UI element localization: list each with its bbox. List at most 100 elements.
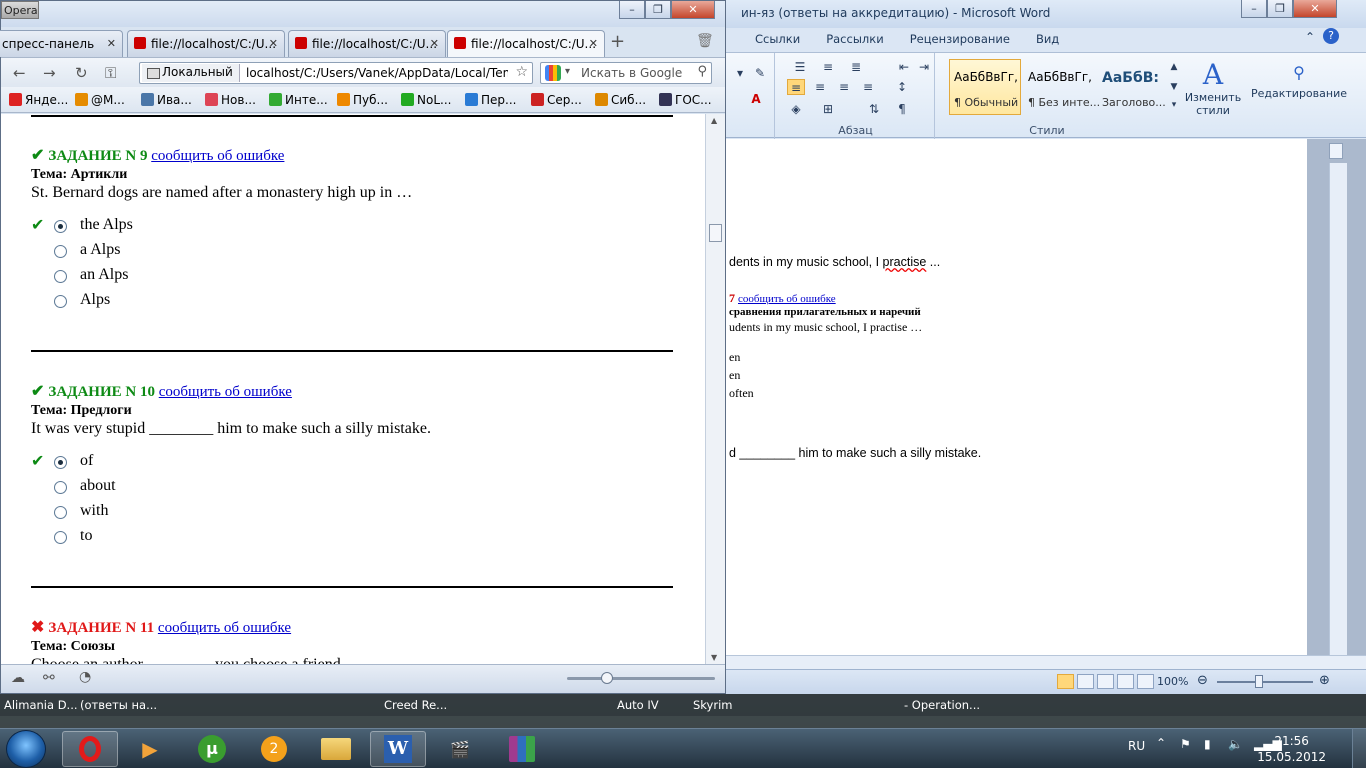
- radio-button[interactable]: [54, 506, 67, 519]
- reload-icon[interactable]: ↻: [75, 64, 88, 82]
- page-vertical-scrollbar[interactable]: ▲ ▼: [705, 114, 725, 664]
- taskbar-aimp[interactable]: 2: [246, 731, 302, 767]
- ruler-toggle-icon[interactable]: [1329, 143, 1343, 159]
- google-icon[interactable]: [545, 65, 561, 81]
- tab-mailings[interactable]: Рассылки: [813, 30, 896, 50]
- close-tab-icon[interactable]: ✕: [107, 37, 116, 50]
- minimized-window[interactable]: - Operation...: [904, 698, 980, 712]
- sort-icon[interactable]: ⇅: [865, 101, 883, 117]
- page-zoom-thumb[interactable]: [601, 672, 613, 684]
- bookmark-item[interactable]: Пуб...: [337, 93, 388, 107]
- bookmark-item[interactable]: ГОС...: [659, 93, 712, 107]
- zoom-level[interactable]: 100%: [1157, 675, 1188, 688]
- search-field[interactable]: ▾ Искать в Google ⚲: [540, 62, 712, 84]
- tab-speed-dial[interactable]: спресс-панель ✕: [0, 30, 123, 57]
- style-heading[interactable]: АаБбВ: Заголово...: [1097, 59, 1169, 115]
- change-styles-button[interactable]: A Изменить стили: [1183, 59, 1243, 118]
- minimized-window[interactable]: Alimania D...: [4, 698, 78, 712]
- restore-icon[interactable]: ❐: [1267, 0, 1293, 18]
- minimized-window[interactable]: (ответы на...: [80, 698, 157, 712]
- answer-option[interactable]: Alps: [31, 291, 412, 316]
- page-zoom-slider[interactable]: [567, 677, 715, 680]
- url-text[interactable]: localhost/C:/Users/Vanek/AppData/Local/T…: [246, 66, 508, 80]
- styles-more-icon[interactable]: ▾: [1165, 97, 1183, 113]
- borders-icon[interactable]: ⊞: [819, 101, 837, 117]
- draft-view-icon[interactable]: [1137, 674, 1154, 689]
- minimized-window[interactable]: Auto IV: [617, 698, 659, 712]
- radio-button[interactable]: [54, 531, 67, 544]
- align-left-icon[interactable]: ≡: [787, 79, 805, 95]
- scrollbar-thumb[interactable]: [709, 224, 722, 242]
- tab-local-file[interactable]: file://localhost/C:/U... ✕: [127, 30, 285, 57]
- radio-button[interactable]: [54, 245, 67, 258]
- font-color-icon[interactable]: A: [747, 91, 765, 107]
- style-no-spacing[interactable]: АаБбВвГг, ¶ Без инте...: [1023, 59, 1100, 115]
- chevron-down-icon[interactable]: ▾: [565, 66, 570, 77]
- align-right-icon[interactable]: ≡: [835, 79, 853, 95]
- system-clock[interactable]: 21:56 15.05.2012: [1257, 733, 1326, 765]
- minimized-window[interactable]: Creed Re...: [384, 698, 447, 712]
- trash-icon[interactable]: 🗑: [696, 33, 714, 49]
- word-vertical-scrollbar[interactable]: [1329, 163, 1347, 655]
- justify-icon[interactable]: ≡: [859, 79, 877, 95]
- editing-button[interactable]: ⚲ Редактирование: [1249, 59, 1349, 100]
- start-button[interactable]: [6, 730, 46, 768]
- bookmark-item[interactable]: NoL...: [401, 93, 451, 107]
- taskbar-word[interactable]: W: [370, 731, 426, 767]
- answer-option[interactable]: an Alps: [31, 266, 412, 291]
- answer-option[interactable]: with: [31, 502, 431, 527]
- new-tab-icon[interactable]: +: [610, 31, 625, 52]
- close-tab-icon[interactable]: ✕: [589, 37, 598, 50]
- decrease-indent-icon[interactable]: ⇤: [895, 59, 913, 75]
- taskbar-video-pro[interactable]: 🎬: [432, 731, 488, 767]
- turbo-icon[interactable]: ◔: [79, 669, 91, 685]
- close-tab-icon[interactable]: ✕: [430, 37, 439, 50]
- ribbon-collapse-icon[interactable]: ⌃: [1305, 30, 1315, 44]
- report-error-link[interactable]: сообщить об ошибке: [158, 620, 291, 636]
- shading-icon[interactable]: ◈: [787, 101, 805, 117]
- chevron-down-icon[interactable]: ▾: [731, 65, 749, 81]
- search-icon[interactable]: ⚲: [697, 64, 707, 79]
- bookmark-item[interactable]: Пер...: [465, 93, 516, 107]
- minimize-icon[interactable]: –: [619, 1, 645, 19]
- print-layout-icon[interactable]: [1057, 674, 1074, 689]
- align-center-icon[interactable]: ≡: [811, 79, 829, 95]
- tab-view[interactable]: Вид: [1023, 30, 1072, 50]
- bookmark-star-icon[interactable]: ☆: [515, 64, 528, 80]
- action-center-flag-icon[interactable]: ⚑: [1180, 737, 1191, 751]
- answer-option[interactable]: ✔ the Alps: [31, 216, 412, 241]
- taskbar-media-player[interactable]: ▶: [122, 731, 178, 767]
- taskbar-opera[interactable]: [62, 731, 118, 767]
- opera-unite-icon[interactable]: ☁: [11, 670, 25, 686]
- close-tab-icon[interactable]: ✕: [269, 37, 278, 50]
- page-content[interactable]: ✔ ЗАДАНИЕ N 9 сообщить об ошибке Тема: Ар…: [1, 114, 705, 664]
- bookmark-item[interactable]: Сер...: [531, 93, 582, 107]
- tab-local-file[interactable]: file://localhost/C:/U... ✕: [288, 30, 446, 57]
- outline-view-icon[interactable]: [1117, 674, 1134, 689]
- zoom-in-icon[interactable]: ⊕: [1319, 673, 1330, 688]
- minimized-window[interactable]: Skyrim: [693, 698, 732, 712]
- pilcrow-icon[interactable]: ¶: [893, 101, 911, 117]
- bookmark-item[interactable]: Нов...: [205, 93, 256, 107]
- radio-button[interactable]: [54, 295, 67, 308]
- style-normal[interactable]: АаБбВвГг, ¶ Обычный: [949, 59, 1021, 115]
- answer-option[interactable]: to: [31, 527, 431, 552]
- styles-scroll-down-icon[interactable]: ▼: [1165, 79, 1183, 95]
- web-layout-icon[interactable]: [1097, 674, 1114, 689]
- restore-icon[interactable]: ❐: [645, 1, 671, 19]
- answer-option[interactable]: a Alps: [31, 241, 412, 266]
- word-horizontal-scrollbar[interactable]: [725, 655, 1366, 669]
- answer-option[interactable]: about: [31, 477, 431, 502]
- line-spacing-icon[interactable]: ↕: [893, 79, 911, 95]
- bookmark-item[interactable]: @M...: [75, 93, 125, 107]
- taskbar-utorrent[interactable]: µ: [184, 731, 240, 767]
- zoom-slider-thumb[interactable]: [1255, 675, 1263, 688]
- tab-review[interactable]: Рецензирование: [897, 30, 1023, 50]
- report-error-link[interactable]: сообщить об ошибке: [151, 148, 284, 164]
- numbering-icon[interactable]: ≡: [819, 59, 837, 75]
- zoom-slider[interactable]: [1217, 681, 1313, 683]
- language-indicator[interactable]: RU: [1128, 739, 1145, 753]
- opera-link-icon[interactable]: ⚯: [43, 670, 55, 686]
- minimize-icon[interactable]: –: [1241, 0, 1267, 18]
- close-icon[interactable]: ✕: [1293, 0, 1337, 18]
